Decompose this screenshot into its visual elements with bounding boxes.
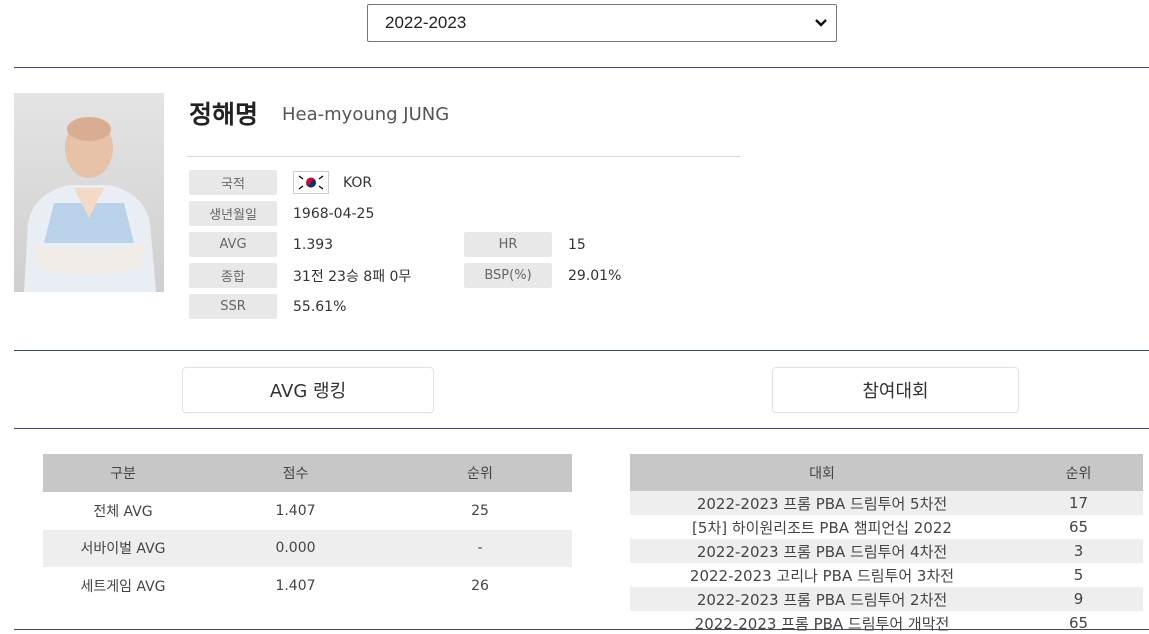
table-row[interactable]: [5차] 하이원리조트 PBA 챔피언십 2022 65 (630, 515, 1143, 539)
cell-competition: [5차] 하이원리조트 PBA 챔피언십 2022 (692, 518, 952, 537)
column-header-category: 구분 (43, 454, 203, 492)
player-name-korean: 정해명 (189, 100, 259, 129)
season-select-value: 2022-2023 (385, 13, 467, 32)
table-row: 서바이벌 AVG 0.000 - (43, 529, 572, 567)
bsp-value: 29.01% (568, 267, 622, 284)
avg-value: 1.393 (293, 236, 334, 253)
cell-score: 0.000 (203, 529, 388, 567)
chevron-down-icon (815, 19, 827, 27)
avg-label: AVG (189, 232, 277, 257)
nationality-label: 국적 (189, 170, 277, 195)
cell-category: 전체 AVG (93, 503, 153, 520)
hr-value: 15 (568, 236, 586, 253)
cell-rank: 65 (1068, 518, 1089, 536)
column-header-rank: 순위 (1014, 454, 1143, 491)
cell-category: 세트게임 AVG (80, 578, 166, 595)
section-divider (14, 428, 1149, 429)
cell-rank: 9 (1014, 587, 1143, 611)
cell-competition: 2022-2023 프롬 PBA 드림투어 개막전 (694, 614, 950, 633)
hr-label: HR (464, 232, 552, 257)
table-row[interactable]: 2022-2023 프롬 PBA 드림투어 5차전 17 (630, 491, 1143, 515)
profile-divider (14, 350, 1149, 351)
cell-rank: 17 (1014, 491, 1143, 515)
cell-competition: 2022-2023 프롬 PBA 드림투어 5차전 (630, 491, 1014, 515)
table-row[interactable]: 2022-2023 프롬 PBA 드림투어 개막전 65 (630, 611, 1143, 634)
avg-ranking-table: 구분 점수 순위 전체 AVG 1.407 25 서바이벌 AVG 0.000 … (43, 454, 572, 605)
avg-ranking-button[interactable]: AVG 랭킹 (182, 367, 434, 413)
bottom-divider (14, 629, 1149, 630)
bsp-label: BSP(%) (464, 263, 552, 288)
player-name-english: Hea-myoung JUNG (282, 104, 450, 125)
season-select[interactable]: 2022-2023 (367, 4, 837, 42)
competitions-button[interactable]: 참여대회 (772, 367, 1019, 413)
cell-competition: 2022-2023 프롬 PBA 드림투어 4차전 (630, 539, 1014, 563)
nationality-value: KOR (343, 174, 373, 191)
table-header-row: 구분 점수 순위 (43, 454, 572, 492)
competitions-table: 대회 순위 2022-2023 프롬 PBA 드림투어 5차전 17 [5차] … (630, 454, 1143, 634)
column-header-competition: 대회 (630, 454, 1014, 491)
cell-rank: 25 (471, 502, 489, 519)
cell-competition: 2022-2023 프롬 PBA 드림투어 2차전 (630, 587, 1014, 611)
cell-rank: 5 (1073, 566, 1084, 584)
cell-rank: - (388, 529, 572, 567)
south-korea-flag-icon (293, 171, 329, 194)
ssr-value: 55.61% (293, 298, 347, 315)
table-header-row: 대회 순위 (630, 454, 1143, 491)
table-row[interactable]: 2022-2023 프롬 PBA 드림투어 2차전 9 (630, 587, 1143, 611)
name-divider (187, 156, 740, 157)
record-label: 종합 (189, 263, 277, 288)
cell-rank: 3 (1014, 539, 1143, 563)
table-row: 전체 AVG 1.407 25 (43, 492, 572, 530)
cell-score: 1.407 (275, 577, 316, 594)
cell-score: 1.407 (275, 502, 316, 519)
birth-value: 1968-04-25 (293, 205, 375, 222)
table-row[interactable]: 2022-2023 고리나 PBA 드림투어 3차전 5 (630, 563, 1143, 587)
record-value: 31전 23승 8패 0무 (293, 268, 412, 285)
cell-competition: 2022-2023 고리나 PBA 드림투어 3차전 (689, 566, 955, 585)
cell-rank: 65 (1068, 614, 1089, 632)
birth-label: 생년월일 (189, 201, 277, 226)
cell-rank: 26 (471, 577, 489, 594)
table-row: 세트게임 AVG 1.407 26 (43, 567, 572, 605)
column-header-rank: 순위 (388, 454, 572, 492)
top-divider (14, 67, 1149, 68)
table-row[interactable]: 2022-2023 프롬 PBA 드림투어 4차전 3 (630, 539, 1143, 563)
ssr-label: SSR (189, 294, 277, 319)
player-photo (14, 93, 164, 292)
cell-category: 서바이벌 AVG (43, 529, 203, 567)
column-header-score: 점수 (203, 454, 388, 492)
